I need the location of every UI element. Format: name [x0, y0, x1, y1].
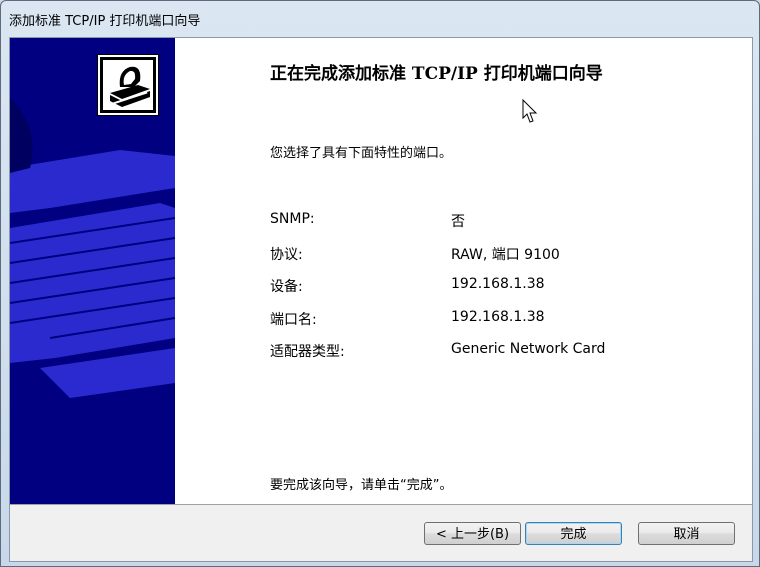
protocol-label: 协议:: [270, 247, 303, 263]
cancel-button[interactable]: 取消: [638, 522, 735, 545]
wizard-content: 正在完成添加标准 TCP/IP 打印机端口向导 您选择了具有下面特性的端口。 S…: [10, 38, 752, 505]
device-label: 设备:: [270, 279, 303, 295]
mouse-cursor-icon: [522, 99, 538, 123]
intro-text: 您选择了具有下面特性的端口。: [270, 146, 453, 161]
finish-instruction: 要完成该向导，请单击“完成”。: [270, 478, 453, 493]
port-name-value: 192.168.1.38: [451, 309, 545, 325]
page-title: 正在完成添加标准 TCP/IP 打印机端口向导: [270, 64, 603, 84]
window-title: 添加标准 TCP/IP 打印机端口向导: [9, 14, 201, 29]
port-name-label: 端口名:: [270, 312, 317, 328]
device-value: 192.168.1.38: [451, 276, 545, 292]
protocol-value: RAW, 端口 9100: [451, 247, 560, 263]
wizard-window: 添加标准 TCP/IP 打印机端口向导 正在完成添加标准 TCP/IP 打印机端…: [0, 0, 760, 567]
snmp-value: 否: [451, 214, 465, 230]
wizard-side-banner: [10, 38, 175, 504]
snmp-label: SNMP:: [270, 211, 315, 227]
adapter-type-value: Generic Network Card: [451, 341, 606, 357]
printer-logo-icon: [97, 54, 159, 116]
back-button[interactable]: < 上一步(B): [424, 522, 521, 545]
adapter-type-label: 适配器类型:: [270, 344, 345, 360]
title-bar[interactable]: 添加标准 TCP/IP 打印机端口向导: [1, 1, 759, 37]
wizard-client-area: 正在完成添加标准 TCP/IP 打印机端口向导 您选择了具有下面特性的端口。 S…: [9, 37, 753, 562]
finish-button[interactable]: 完成: [525, 522, 622, 545]
